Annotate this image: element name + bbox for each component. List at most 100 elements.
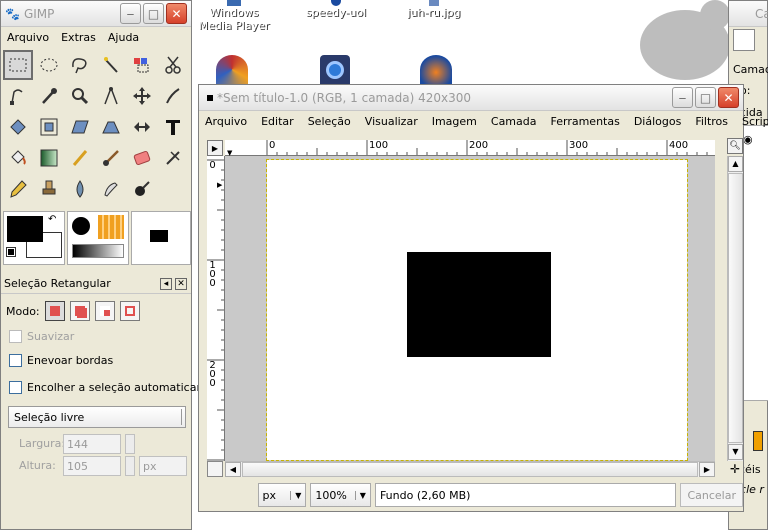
width-field[interactable]: 144 xyxy=(63,434,121,454)
menu-visualizar[interactable]: Visualizar xyxy=(365,115,418,128)
menu-arquivo[interactable]: Arquivo xyxy=(205,115,247,128)
menu-script-fu[interactable]: Script-Fu xyxy=(742,115,768,128)
layers-tab-icon[interactable] xyxy=(733,29,755,51)
color-picker-tool[interactable] xyxy=(34,81,64,111)
menu-ajuda[interactable]: Ajuda xyxy=(108,31,139,44)
desktop-icon-media-player[interactable]: Windows Media Player xyxy=(194,0,274,32)
vertical-ruler[interactable]: 0 100 200 xyxy=(207,156,225,461)
zoom-fit-button[interactable]: 🔍︎ xyxy=(727,138,743,154)
zoom-tool[interactable] xyxy=(65,81,95,111)
navigate-button[interactable]: ✛ xyxy=(727,461,743,477)
swap-colors-icon[interactable]: ↶ xyxy=(48,214,56,225)
free-select-tool[interactable] xyxy=(65,50,95,80)
scale-tool[interactable] xyxy=(34,112,64,142)
bucket-fill-tool[interactable] xyxy=(3,143,33,173)
image-canvas[interactable] xyxy=(266,159,688,461)
menu-extras[interactable]: Extras xyxy=(61,31,96,44)
unit-combo[interactable]: px xyxy=(139,456,187,476)
scroll-down-button[interactable]: ▼ xyxy=(728,444,743,460)
perspective-tool[interactable] xyxy=(96,112,126,142)
menu-filtros[interactable]: Filtros xyxy=(695,115,728,128)
crop-tool[interactable] xyxy=(158,81,188,111)
fuzzy-select-tool[interactable] xyxy=(96,50,126,80)
pencil-tool[interactable] xyxy=(65,143,95,173)
close-button[interactable]: ✕ xyxy=(166,3,187,24)
panel-close-button[interactable]: ✕ xyxy=(175,277,187,290)
paths-tool[interactable] xyxy=(3,81,33,111)
brush-preview[interactable] xyxy=(72,217,90,235)
antialias-checkbox[interactable] xyxy=(9,330,22,343)
scissors-tool[interactable] xyxy=(158,50,188,80)
rect-select-tool[interactable] xyxy=(3,50,33,80)
blur-tool[interactable] xyxy=(65,174,95,204)
dodge-burn-tool[interactable] xyxy=(127,174,157,204)
paintbrush-tool[interactable] xyxy=(96,143,126,173)
layers-titlebar[interactable]: Cam xyxy=(729,1,768,27)
measure-tool[interactable] xyxy=(96,81,126,111)
menu-arquivo[interactable]: Arquivo xyxy=(7,31,49,44)
cancel-button[interactable]: Cancelar xyxy=(680,483,743,507)
desktop-icon-webcam[interactable] xyxy=(320,55,350,84)
mode-subtract-button[interactable] xyxy=(94,301,115,321)
menu-dialogos[interactable]: Diálogos xyxy=(634,115,682,128)
eraser-tool[interactable] xyxy=(127,143,157,173)
vertical-scroll-thumb[interactable] xyxy=(728,173,743,443)
menu-ferramentas[interactable]: Ferramentas xyxy=(551,115,620,128)
canvas-area[interactable] xyxy=(225,156,715,461)
mode-add-button[interactable] xyxy=(69,301,90,321)
width-spinner[interactable] xyxy=(125,434,135,454)
autoshrink-checkbox[interactable] xyxy=(9,381,22,394)
feather-checkbox[interactable] xyxy=(9,354,22,367)
height-field[interactable]: 105 xyxy=(63,456,121,476)
selection-mode-combo[interactable]: Seleção livre xyxy=(8,406,186,428)
maximize-button[interactable]: □ xyxy=(143,3,164,24)
maximize-button[interactable]: □ xyxy=(695,87,716,108)
smudge-tool[interactable] xyxy=(96,174,126,204)
mode-replace-button[interactable] xyxy=(44,301,65,321)
text-tool[interactable] xyxy=(158,112,188,142)
horizontal-scrollbar[interactable]: ◀ ▶ xyxy=(225,461,715,477)
mode-intersect-button[interactable] xyxy=(119,301,140,321)
flip-tool[interactable] xyxy=(127,112,157,142)
scroll-up-button[interactable]: ▲ xyxy=(728,156,743,172)
image-menu-button[interactable]: ▶ xyxy=(207,140,223,156)
toolbox-titlebar[interactable]: 🐾 GIMP ‒ □ ✕ xyxy=(1,1,191,27)
ellipse-select-tool[interactable] xyxy=(34,50,64,80)
blend-tool[interactable] xyxy=(34,143,64,173)
horizontal-scroll-thumb[interactable] xyxy=(242,462,698,477)
scroll-left-button[interactable]: ◀ xyxy=(225,462,241,477)
menu-imagem[interactable]: Imagem xyxy=(432,115,477,128)
height-spinner[interactable] xyxy=(125,456,135,476)
default-colors-icon[interactable] xyxy=(6,247,16,257)
desktop-icon-image-file[interactable]: juh-ru.jpg xyxy=(398,0,470,19)
foreground-color-swatch-front[interactable] xyxy=(7,216,43,242)
desktop-icon-thunderbird[interactable] xyxy=(420,55,452,84)
zoom-select[interactable]: 100% ▼ xyxy=(310,483,371,507)
active-image-preview[interactable] xyxy=(131,211,191,265)
image-titlebar[interactable]: *Sem título-1.0 (RGB, 1 camada) 420x300 … xyxy=(199,85,743,111)
move-tool[interactable] xyxy=(127,81,157,111)
scroll-right-button[interactable]: ▶ xyxy=(699,462,715,477)
desktop-icon-app[interactable] xyxy=(216,55,248,84)
horizontal-ruler[interactable]: 0 100 200 300 400 xyxy=(225,140,715,156)
ink-tool[interactable] xyxy=(3,174,33,204)
clone-tool[interactable] xyxy=(34,174,64,204)
close-button[interactable]: ✕ xyxy=(718,87,739,108)
eye-icon[interactable]: ◉ xyxy=(743,133,753,146)
color-select-tool[interactable] xyxy=(127,50,157,80)
shear-tool[interactable] xyxy=(65,112,95,142)
rotate-tool[interactable] xyxy=(3,112,33,142)
minimize-button[interactable]: ‒ xyxy=(120,3,141,24)
minimize-button[interactable]: ‒ xyxy=(672,87,693,108)
menu-selecao[interactable]: Seleção xyxy=(308,115,351,128)
desktop-icon-speedy[interactable]: speedy-uol xyxy=(300,0,372,19)
panel-menu-button[interactable]: ◂ xyxy=(160,277,172,290)
fg-bg-color-area[interactable]: ↶ xyxy=(3,211,65,265)
airbrush-tool[interactable] xyxy=(158,143,188,173)
gradient-preview[interactable] xyxy=(72,244,124,258)
pattern-preview[interactable] xyxy=(98,215,124,239)
vertical-scrollbar[interactable]: ▲ ▼ xyxy=(727,156,743,461)
unit-select[interactable]: px ▼ xyxy=(257,483,307,507)
menu-editar[interactable]: Editar xyxy=(261,115,294,128)
quick-mask-toggle[interactable] xyxy=(207,461,223,477)
